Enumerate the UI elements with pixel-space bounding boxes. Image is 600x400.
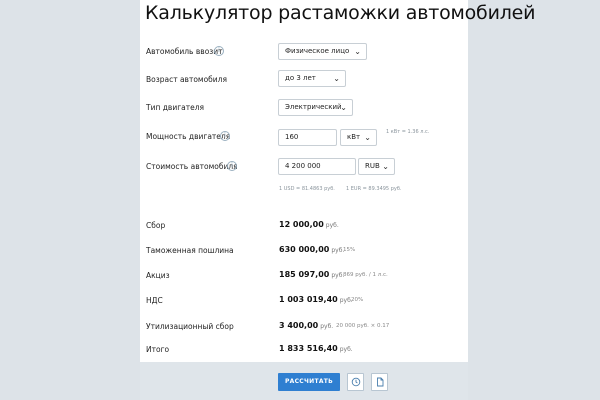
result-unit: руб.	[339, 346, 353, 353]
currency-select[interactable]: RUB ⌄	[358, 158, 395, 175]
result-amount: 185 097,00	[279, 270, 330, 279]
result-unit: руб.	[320, 323, 334, 330]
result-value: 630 000,00 руб.	[279, 245, 344, 254]
document-icon	[377, 377, 384, 387]
chevron-down-icon: ⌄	[382, 162, 389, 171]
currency-value: RUB	[365, 162, 380, 170]
result-amount: 630 000,00	[279, 245, 330, 254]
result-label: Таможенная пошлина	[146, 246, 234, 255]
page-title: Калькулятор растаможки автомобилей	[145, 2, 536, 24]
result-note: 869 руб. / 1 л.с.	[343, 272, 388, 278]
calculate-button[interactable]: РАССЧИТАТЬ	[278, 373, 340, 391]
result-label: Акциз	[146, 271, 170, 280]
power-unit-value: кВт	[347, 133, 361, 141]
result-label: Утилизационный сбор	[146, 322, 234, 331]
result-label: Сбор	[146, 221, 166, 230]
eur-rate: 1 EUR = 89.3495 руб.	[346, 186, 402, 192]
age-select-value: до 3 лет	[285, 74, 316, 82]
result-value: 1 003 019,40 руб.	[279, 295, 353, 304]
engine-type-select[interactable]: Электрический ⌄	[278, 99, 353, 116]
power-hint: 1 кВт = 1.36 л.с.	[386, 129, 430, 135]
usd-rate: 1 USD = 81.4863 руб.	[279, 186, 335, 192]
age-label: Возраст автомобиля	[146, 75, 227, 84]
result-value: 185 097,00 руб.	[279, 270, 344, 279]
age-select[interactable]: до 3 лет ⌄	[278, 70, 346, 87]
result-amount: 1 003 019,40	[279, 295, 338, 304]
price-label: Стоимость автомобиля	[146, 162, 238, 171]
total-value: 1 833 516,40 руб.	[279, 344, 353, 353]
importer-select[interactable]: Физическое лицо ⌄	[278, 43, 367, 60]
chevron-down-icon: ⌄	[333, 74, 340, 83]
clock-icon	[351, 377, 361, 387]
chevron-down-icon: ⌄	[354, 47, 361, 56]
result-value: 3 400,00 руб.	[279, 321, 333, 330]
chevron-down-icon: ⌄	[340, 103, 347, 112]
history-button[interactable]	[347, 373, 364, 391]
result-value: 12 000,00 руб.	[279, 220, 339, 229]
result-note: 20%	[351, 297, 364, 303]
result-unit: руб.	[325, 222, 339, 229]
power-unit-select[interactable]: кВт ⌄	[340, 129, 377, 146]
chevron-down-icon: ⌄	[364, 133, 371, 142]
result-label: НДС	[146, 296, 163, 305]
engine-type-select-value: Электрический	[285, 103, 342, 111]
importer-select-value: Физическое лицо	[285, 47, 350, 55]
importer-label: Автомобиль ввозит	[146, 47, 223, 56]
document-button[interactable]	[371, 373, 388, 391]
total-label: Итого	[146, 345, 170, 354]
result-amount: 1 833 516,40	[279, 344, 338, 353]
info-icon[interactable]: i	[227, 161, 237, 171]
result-note: 20 000 руб. × 0.17	[336, 323, 390, 329]
price-input[interactable]: 4 200 000	[278, 158, 356, 175]
info-icon[interactable]: i	[220, 131, 230, 141]
result-amount: 3 400,00	[279, 321, 319, 330]
power-input[interactable]: 160	[278, 129, 337, 146]
info-icon[interactable]: i	[214, 46, 224, 56]
power-label: Мощность двигателя	[146, 132, 231, 141]
result-note: 15%	[343, 247, 356, 253]
engine-type-label: Тип двигателя	[146, 103, 205, 112]
result-amount: 12 000,00	[279, 220, 324, 229]
